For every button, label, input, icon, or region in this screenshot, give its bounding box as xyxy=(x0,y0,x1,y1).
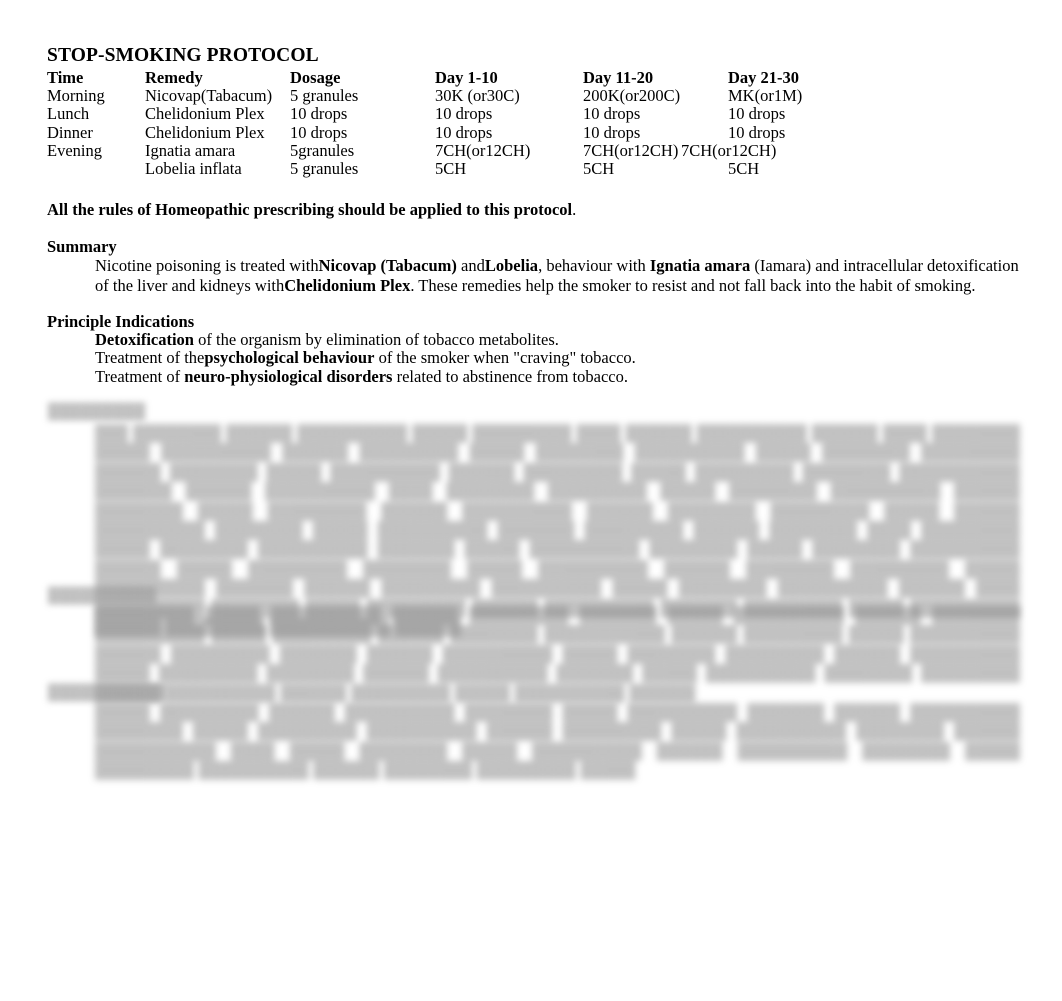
summary-remedy-nicovap: Nicovap (Tabacum) xyxy=(318,256,457,275)
cell-remedy: Chelidonium Plex xyxy=(145,104,265,124)
cell-day-1-10: 10 drops xyxy=(435,122,493,142)
cell-day-11-20: 10 drops xyxy=(583,104,641,124)
table-header-row: Time Remedy Dosage Day 1-10 Day 11-20 Da… xyxy=(47,68,848,87)
cell-day-11-20: 10 drops xyxy=(583,122,641,142)
indication-2-bold: psychological behaviour xyxy=(204,348,375,367)
column-header-day-11-20: Day 11-20 xyxy=(583,68,654,87)
indication-item-neuro-physiological-disorders: Treatment of neuro-physiological disorde… xyxy=(95,367,628,387)
cell-day-1-10: 10 drops xyxy=(435,104,493,124)
redacted-block-heading: ███████████ xyxy=(48,685,168,701)
table-row: Lobelia inflata 5 granules 5CH 5CH 5CH xyxy=(47,159,848,179)
indication-1-rest: of the organism by elimination of tobacc… xyxy=(193,330,559,349)
column-header-dosage: Dosage xyxy=(290,68,341,87)
prescribing-rule-statement: All the rules of Homeopathic prescribing… xyxy=(47,200,576,220)
indication-2-rest: of the smoker when "craving" tobacco. xyxy=(374,348,636,367)
cell-day-1-10: 5CH xyxy=(435,159,467,179)
indication-3-prefix: Treatment of xyxy=(95,367,185,386)
summary-run-3: and xyxy=(456,256,485,275)
redacted-block-heading: █████████ xyxy=(48,404,146,420)
column-header-day-21-30: Day 21-30 xyxy=(728,68,800,87)
table-row: Lunch Chelidonium Plex 10 drops 10 drops… xyxy=(47,105,848,123)
cell-remedy: Lobelia inflata xyxy=(145,159,242,179)
cell-time: Morning xyxy=(47,86,105,106)
cell-dosage: 10 drops xyxy=(290,104,348,124)
column-header-day-1-10: Day 1-10 xyxy=(435,68,498,87)
summary-remedy-lobelia: Lobelia xyxy=(484,256,539,275)
table-row: Dinner Chelidonium Plex 10 drops 10 drop… xyxy=(47,122,848,142)
redacted-block-body: █████████ █████ ██████████ ██████ ██████… xyxy=(95,607,1020,702)
redacted-section: █████████ ███ ████████ ██████ ██████████… xyxy=(40,398,1025,779)
indication-3-rest: related to abstinence from tobacco. xyxy=(392,367,628,386)
column-header-remedy: Remedy xyxy=(145,68,203,87)
cell-dosage: 5 granules xyxy=(290,86,359,106)
column-header-time: Time xyxy=(47,68,84,87)
cell-dosage: 10 drops xyxy=(290,122,348,142)
cell-remedy: Ignatia amara xyxy=(145,140,236,160)
summary-run-1: Nicotine poisoning is treated with xyxy=(95,256,319,275)
summary-paragraph: Nicotine poisoning is treated withNicova… xyxy=(95,256,1020,295)
cell-day-21-30: 10 drops xyxy=(728,104,786,124)
cell-day-21-30: 7CH(or12CH) xyxy=(681,140,777,160)
prescribing-rule-text: All the rules of Homeopathic prescribing… xyxy=(47,200,573,219)
cell-day-11-20: 5CH xyxy=(583,159,615,179)
cell-day-21-30: 10 drops xyxy=(728,122,786,142)
page-title: STOP-SMOKING PROTOCOL xyxy=(47,45,319,66)
prescribing-rule-period: . xyxy=(572,200,577,219)
summary-heading: Summary xyxy=(47,237,117,256)
table-row: Morning Nicovap(Tabacum) 5 granules 30K … xyxy=(47,87,848,105)
cell-remedy: Nicovap(Tabacum) xyxy=(145,86,273,106)
indication-3-bold: neuro-physiological disorders xyxy=(184,367,393,386)
cell-day-1-10: 7CH(or12CH) xyxy=(435,140,531,160)
table-row: Evening Ignatia amara 5granules 7CH(or12… xyxy=(47,140,848,160)
summary-remedy-ignatia: Ignatia amara xyxy=(649,256,751,275)
cell-day-1-10: 30K (or30C) xyxy=(435,86,520,106)
redacted-block-heading: ██████████ xyxy=(48,588,157,604)
indications-heading: Principle Indications xyxy=(47,312,195,331)
cell-time: Dinner xyxy=(47,122,93,142)
indication-2-prefix: Treatment of the xyxy=(95,348,205,367)
summary-run-5: , behaviour with xyxy=(538,256,650,275)
cell-dosage: 5granules xyxy=(290,140,355,160)
cell-time xyxy=(47,160,145,178)
indication-item-detoxification: Detoxification of the organism by elimin… xyxy=(95,330,559,350)
summary-remedy-chelidonium: Chelidonium Plex xyxy=(284,275,411,295)
indication-item-psychological-behaviour: Treatment of thepsychological behaviour … xyxy=(95,348,636,368)
document-page: STOP-SMOKING PROTOCOL Time Remedy Dosage… xyxy=(0,0,1062,1001)
protocol-table: Time Remedy Dosage Day 1-10 Day 11-20 Da… xyxy=(47,68,848,179)
redacted-block-body: █████ █████████ ██████ ██████████ ██████… xyxy=(95,704,1020,780)
cell-day-21-30: 5CH xyxy=(728,159,760,179)
cell-time: Evening xyxy=(47,140,102,160)
indication-1-bold: Detoxification xyxy=(95,330,194,349)
cell-remedy: Chelidonium Plex xyxy=(145,122,265,142)
summary-run-9: . These remedies help the smoker to resi… xyxy=(410,275,976,295)
cell-day-21-30: MK(or1M) xyxy=(728,86,803,106)
cell-time: Lunch xyxy=(47,104,90,124)
cell-day-11-20: 200K(or200C) xyxy=(583,86,681,106)
cell-dosage: 5 granules xyxy=(290,159,359,179)
